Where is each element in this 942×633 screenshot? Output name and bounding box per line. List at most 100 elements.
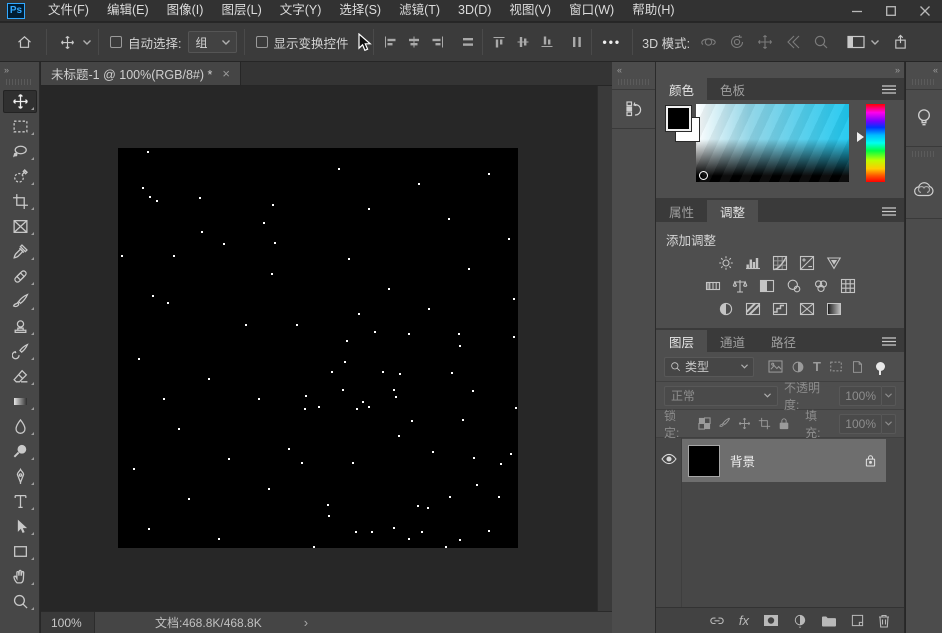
- tool-brush[interactable]: [0, 289, 40, 314]
- tool-gradient[interactable]: [0, 389, 40, 414]
- hue-saturation-icon[interactable]: [704, 278, 722, 294]
- tool-crop[interactable]: [0, 189, 40, 214]
- collapse-dock-chevron[interactable]: »: [656, 62, 904, 78]
- menu-window[interactable]: 窗口(W): [560, 0, 623, 21]
- tool-history-brush[interactable]: [0, 339, 40, 364]
- new-layer-icon[interactable]: [851, 614, 864, 627]
- align-center-horizontal-icon[interactable]: [407, 35, 421, 49]
- menu-filter[interactable]: 滤镜(T): [390, 0, 449, 21]
- fill-chevron-icon[interactable]: [882, 414, 896, 434]
- menu-file[interactable]: 文件(F): [39, 0, 98, 21]
- tool-eraser[interactable]: [0, 364, 40, 389]
- tool-frame[interactable]: [0, 214, 40, 239]
- menu-image[interactable]: 图像(I): [158, 0, 213, 21]
- panel-gripper[interactable]: [6, 79, 33, 85]
- channel-mixer-icon[interactable]: [812, 278, 830, 294]
- panel-gripper[interactable]: [912, 79, 936, 85]
- gradient-map-icon[interactable]: [798, 301, 816, 317]
- tab-paths[interactable]: 路径: [758, 330, 809, 352]
- posterize-icon[interactable]: [744, 301, 762, 317]
- menu-view[interactable]: 视图(V): [500, 0, 560, 21]
- lock-pixels-icon[interactable]: [718, 417, 731, 430]
- filter-adjustment-layers-icon[interactable]: [791, 360, 805, 374]
- tab-properties[interactable]: 属性: [656, 200, 707, 222]
- selective-color-icon[interactable]: [825, 301, 843, 317]
- zoom-level-field[interactable]: 100%: [41, 612, 95, 633]
- tab-layers[interactable]: 图层: [656, 330, 707, 352]
- tool-blur[interactable]: [0, 414, 40, 439]
- add-layer-mask-icon[interactable]: [763, 614, 779, 627]
- collapse-tools-chevron[interactable]: »: [0, 62, 39, 78]
- hue-slider-arrow[interactable]: [857, 132, 864, 142]
- color-field-cursor[interactable]: [699, 171, 708, 180]
- expand-dock-chevron[interactable]: «: [612, 62, 655, 78]
- menu-edit[interactable]: 编辑(E): [98, 0, 158, 21]
- threshold-icon[interactable]: [771, 301, 789, 317]
- tool-type[interactable]: [0, 489, 40, 514]
- curves-icon[interactable]: [771, 255, 789, 271]
- tab-swatches[interactable]: 色板: [707, 78, 758, 100]
- menu-layer[interactable]: 图层(L): [212, 0, 270, 21]
- tool-spot-healing[interactable]: [0, 264, 40, 289]
- layer-visibility-eye-icon[interactable]: [661, 453, 677, 465]
- layer-thumbnail[interactable]: [688, 445, 720, 477]
- distribute-vertical-icon[interactable]: [570, 35, 584, 49]
- align-top-icon[interactable]: [492, 35, 506, 49]
- tool-hand[interactable]: [0, 564, 40, 589]
- lock-position-icon[interactable]: [738, 417, 751, 430]
- levels-icon[interactable]: [744, 255, 762, 271]
- tab-close-icon[interactable]: ×: [222, 66, 230, 81]
- panel-menu-icon[interactable]: [882, 200, 904, 222]
- tab-color[interactable]: 颜色: [656, 78, 707, 100]
- tool-clone-stamp[interactable]: [0, 314, 40, 339]
- menu-type[interactable]: 文字(Y): [271, 0, 331, 21]
- move-tool-preset-icon[interactable]: [54, 35, 81, 50]
- align-left-icon[interactable]: [383, 35, 397, 49]
- home-icon[interactable]: [10, 34, 39, 50]
- invert-icon[interactable]: [717, 301, 735, 317]
- tool-lasso[interactable]: [0, 139, 40, 164]
- menu-help[interactable]: 帮助(H): [623, 0, 683, 21]
- filter-smart-objects-icon[interactable]: [851, 360, 864, 374]
- filter-toggle-icon[interactable]: [876, 362, 885, 371]
- share-icon[interactable]: [887, 34, 914, 50]
- lock-all-icon[interactable]: [778, 417, 790, 430]
- filter-shape-layers-icon[interactable]: [829, 360, 843, 373]
- filter-pixel-layers-icon[interactable]: [768, 360, 783, 373]
- screen-mode-icon[interactable]: [841, 35, 871, 49]
- document-tab[interactable]: 未标题-1 @ 100%(RGB/8#) * ×: [41, 62, 241, 85]
- hue-slider[interactable]: [866, 104, 885, 182]
- tab-channels[interactable]: 通道: [707, 330, 758, 352]
- auto-select-dropdown[interactable]: 组: [188, 31, 236, 53]
- layer-style-fx-icon[interactable]: fx: [739, 613, 749, 628]
- close-button[interactable]: [908, 0, 942, 22]
- document-viewport[interactable]: [41, 86, 612, 611]
- chevron-down-icon[interactable]: [83, 40, 91, 45]
- tool-pen[interactable]: [0, 464, 40, 489]
- learn-panel-icon[interactable]: [906, 89, 942, 147]
- menu-select[interactable]: 选择(S): [330, 0, 390, 21]
- photo-filter-icon[interactable]: [785, 278, 803, 294]
- photoshop-logo[interactable]: Ps: [7, 3, 25, 19]
- tool-eyedropper[interactable]: [0, 239, 40, 264]
- layer-row-background[interactable]: 背景: [682, 439, 886, 482]
- panel-menu-icon[interactable]: [882, 330, 904, 352]
- delete-layer-icon[interactable]: [878, 614, 890, 628]
- new-group-icon[interactable]: [821, 615, 837, 627]
- black-white-icon[interactable]: [758, 278, 776, 294]
- menu-3d[interactable]: 3D(D): [449, 0, 500, 21]
- layer-filter-dropdown[interactable]: 类型: [664, 357, 754, 377]
- panel-menu-icon[interactable]: [882, 78, 904, 100]
- show-transform-checkbox[interactable]: [256, 36, 268, 48]
- distribute-horizontal-icon[interactable]: [461, 35, 475, 49]
- color-balance-icon[interactable]: [731, 278, 749, 294]
- tool-zoom[interactable]: [0, 589, 40, 614]
- blend-mode-dropdown[interactable]: 正常: [664, 386, 778, 406]
- tool-path-selection[interactable]: [0, 514, 40, 539]
- tool-rectangular-marquee[interactable]: [0, 114, 40, 139]
- auto-select-checkbox[interactable]: [110, 36, 122, 48]
- filter-type-layers-icon[interactable]: T: [813, 359, 821, 374]
- tab-adjustments[interactable]: 调整: [707, 200, 758, 222]
- vertical-scrollbar[interactable]: [597, 86, 612, 611]
- exposure-icon[interactable]: [798, 255, 816, 271]
